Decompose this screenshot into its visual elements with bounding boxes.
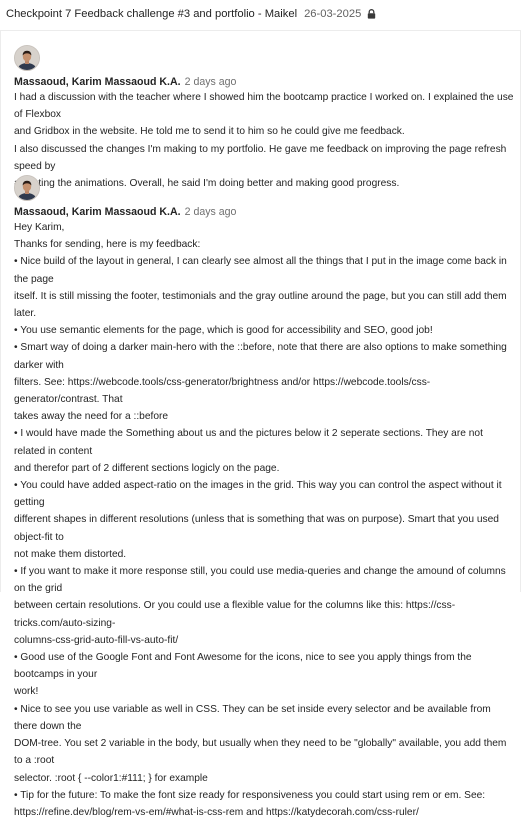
message-line: • Nice to see you use variable as well i… [14,703,491,732]
message-line: • Nice build of the layout in general, I… [14,256,507,285]
message-line: different shapes in different resolution… [14,514,499,543]
message-line: selector. :root { --color1:#111; } for e… [14,772,208,784]
message-line: • Smart way of doing a darker main-hero … [14,342,507,371]
message-line: between certain resolutions. Or you coul… [14,600,456,629]
message-line: and Gridbox in the website. He told me t… [14,126,405,138]
thread-header: Checkpoint 7 Feedback challenge #3 and p… [0,0,523,28]
messages-panel: Massaoud, Karim Massaoud K.A. 2 days ago … [0,30,521,818]
message-2: Massaoud, Karim Massaoud K.A. 2 days ago … [14,175,514,821]
avatar-photo [15,46,39,70]
message-line: Thanks for sending, here is my feedback: [14,239,201,251]
thread-title: Checkpoint 7 Feedback challenge #3 and p… [6,8,298,20]
lock-icon [367,9,376,19]
message-line: work! [14,686,39,698]
message-line: https://refine.dev/blog/rem-vs-em/#what-… [14,806,419,818]
message-line: I had a discussion with the teacher wher… [14,92,514,121]
message-line: • If you want to make it more response s… [14,566,506,595]
message-line: takes away the need for a ::before [14,411,169,423]
message-line: and therefor part of 2 different section… [14,462,280,474]
message-line: • You could have added aspect-ratio on t… [14,480,502,509]
message-line: Hey Karim, [14,222,65,233]
message-line: • I would have made the Something about … [14,428,483,457]
message-meta: Massaoud, Karim Massaoud K.A. 2 days ago [14,75,514,89]
message-body: Hey Karim, Thanks for sending, here is m… [14,219,514,821]
message-line: itself. It is still missing the footer, … [14,290,507,320]
message-line: columns-css-grid-auto-fill-vs-auto-fit/ [14,634,179,646]
message-time: 2 days ago [184,206,237,218]
author-name[interactable]: Massaoud, Karim Massaoud K.A. [14,206,181,218]
message-line: • You use semantic elements for the page… [14,325,433,337]
message-time: 2 days ago [184,76,237,88]
message-line: filters. See: https://webcode.tools/css-… [14,376,431,406]
thread-date: 26-03-2025 [304,8,362,20]
message-line: not make them distorted. [14,548,127,560]
message-line: DOM-tree. You set 2 variable in the body… [14,738,507,767]
message-line: • Tip for the future: To make the font s… [14,789,486,801]
avatar-photo [15,176,39,200]
avatar[interactable] [14,175,40,201]
message-line: I also discussed the changes I'm making … [14,143,507,172]
message-1: Massaoud, Karim Massaoud K.A. 2 days ago … [14,45,514,192]
message-meta: Massaoud, Karim Massaoud K.A. 2 days ago [14,205,514,219]
avatar[interactable] [14,45,40,71]
author-name[interactable]: Massaoud, Karim Massaoud K.A. [14,76,181,88]
message-line: • Good use of the Google Font and Font A… [14,652,472,681]
